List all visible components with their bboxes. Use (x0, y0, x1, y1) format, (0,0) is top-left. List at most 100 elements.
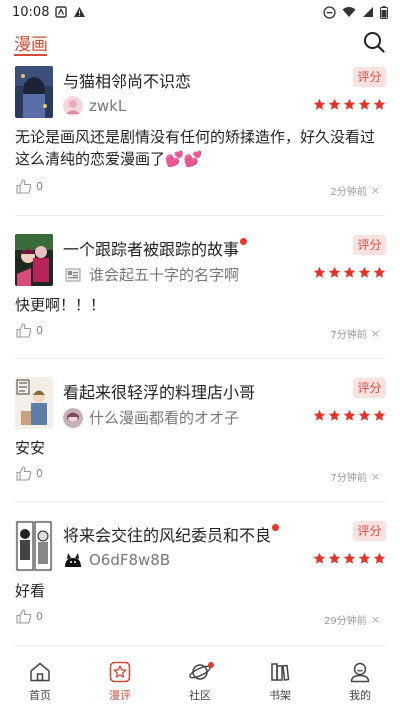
manga-cover[interactable] (15, 66, 53, 118)
rating-stars (313, 266, 386, 279)
star-icon (358, 552, 371, 564)
thumbs-up-icon (16, 466, 32, 481)
nav-community[interactable]: 社区 (160, 652, 240, 710)
star-icon (313, 266, 326, 278)
star-icon (373, 266, 386, 278)
avatar[interactable] (63, 265, 83, 285)
notification-icon (55, 6, 68, 18)
avatar[interactable] (63, 550, 83, 570)
thumbs-up-icon (16, 179, 32, 194)
review-title[interactable]: 看起来很轻浮的料理店小哥 (63, 379, 255, 403)
timestamp: 2分钟前 (330, 187, 367, 198)
username: 什么漫画都看的オオ子 (89, 409, 240, 427)
notification-dot (208, 662, 214, 668)
rating-stars (313, 98, 386, 111)
review-user[interactable]: O6dF8w8B (63, 550, 170, 570)
star-icon (328, 409, 341, 421)
divider (15, 358, 385, 359)
like-button[interactable]: 0 (16, 466, 43, 481)
nav-label: 首页 (29, 688, 51, 702)
nav-label: 漫评 (109, 688, 131, 702)
review-title[interactable]: 将来会交往的风纪委员和不良 (63, 522, 280, 546)
star-icon (373, 552, 386, 564)
dismiss-icon[interactable]: × (371, 613, 380, 626)
bookshelf-icon (271, 662, 290, 681)
timestamp: 7分钟前 (330, 473, 367, 484)
review-content[interactable]: 快更啊！！！ (15, 294, 387, 316)
divider (15, 501, 385, 502)
warning-icon (73, 6, 86, 18)
review-user[interactable]: 谁会起五十字的名字啊 (63, 264, 239, 285)
review-content[interactable]: 好看 (15, 580, 387, 602)
avatar[interactable] (63, 96, 83, 116)
rate-button[interactable]: 评分 (353, 67, 386, 87)
review-content[interactable]: 无论是画风还是剧情没有任何的矫揉造作，好久没看过这么清纯的恋爱漫画了💕💕 (15, 126, 387, 170)
new-dot (240, 238, 248, 245)
rate-button[interactable]: 评分 (353, 378, 386, 398)
star-icon (358, 409, 371, 421)
profile-icon (350, 662, 370, 682)
top-header: 漫画 (0, 24, 400, 62)
like-button[interactable]: 0 (16, 323, 43, 338)
star-icon (313, 552, 326, 564)
star-icon (328, 98, 341, 110)
username: zwkL (89, 97, 127, 115)
like-count: 0 (36, 467, 43, 480)
timestamp: 29分钟前 (324, 616, 367, 627)
star-icon (343, 552, 356, 564)
manga-cover[interactable] (15, 520, 53, 572)
timestamp: 7分钟前 (330, 330, 367, 341)
dismiss-icon[interactable]: × (371, 327, 380, 340)
avatar[interactable] (63, 407, 83, 428)
nav-label: 社区 (189, 688, 211, 702)
bottom-nav: 首页 漫评 社区 书架 我的 (0, 652, 400, 710)
dnd-icon (323, 5, 336, 19)
username: 谁会起五十字的名字啊 (89, 266, 240, 284)
nav-bookshelf[interactable]: 书架 (240, 652, 320, 710)
search-icon[interactable] (362, 30, 386, 54)
nav-profile[interactable]: 我的 (320, 652, 400, 710)
star-icon (373, 98, 386, 110)
star-icon (373, 409, 386, 421)
review-feed[interactable]: 与猫相邻尚不识恋 评分 zwkL 无论是画风还是剧情没有任何的矫揉造作，好久没看… (0, 62, 400, 650)
status-time: 10:08 (12, 4, 50, 20)
nav-reviews[interactable]: 漫评 (80, 652, 160, 710)
like-count: 0 (36, 610, 43, 623)
dismiss-icon[interactable]: × (371, 470, 380, 483)
manga-cover[interactable] (15, 234, 53, 286)
rate-button[interactable]: 评分 (353, 521, 386, 541)
like-button[interactable]: 0 (16, 609, 43, 624)
star-icon (358, 266, 371, 278)
review-time: 29分钟前 × (324, 612, 380, 627)
divider (15, 215, 385, 216)
review-content[interactable]: 安安 (15, 437, 387, 459)
star-review-icon (109, 661, 131, 682)
review-time: 7分钟前 × (330, 469, 380, 484)
star-icon (343, 266, 356, 278)
review-user[interactable]: zwkL (63, 96, 126, 116)
signal-icon (362, 6, 374, 18)
rate-button[interactable]: 评分 (353, 235, 386, 255)
new-dot (272, 524, 280, 531)
manga-cover[interactable] (15, 377, 53, 429)
home-icon (30, 662, 50, 681)
review-title[interactable]: 与猫相邻尚不识恋 (63, 68, 191, 92)
battery-icon (380, 5, 388, 19)
star-icon (328, 552, 341, 564)
star-icon (358, 98, 371, 110)
rating-stars (313, 409, 386, 422)
tab-indicator (14, 54, 47, 56)
nav-home[interactable]: 首页 (0, 652, 80, 710)
review-time: 2分钟前 × (330, 183, 380, 198)
star-icon (328, 266, 341, 278)
tab-manga[interactable]: 漫画 (14, 30, 48, 55)
like-count: 0 (36, 180, 43, 193)
star-icon (343, 98, 356, 110)
dismiss-icon[interactable]: × (371, 184, 380, 197)
like-button[interactable]: 0 (16, 179, 43, 194)
divider (15, 645, 385, 646)
star-icon (313, 98, 326, 110)
review-title[interactable]: 一个跟踪者被跟踪的故事 (63, 236, 248, 260)
nav-label: 书架 (269, 688, 291, 702)
review-user[interactable]: 什么漫画都看的オオ子 (63, 407, 239, 428)
